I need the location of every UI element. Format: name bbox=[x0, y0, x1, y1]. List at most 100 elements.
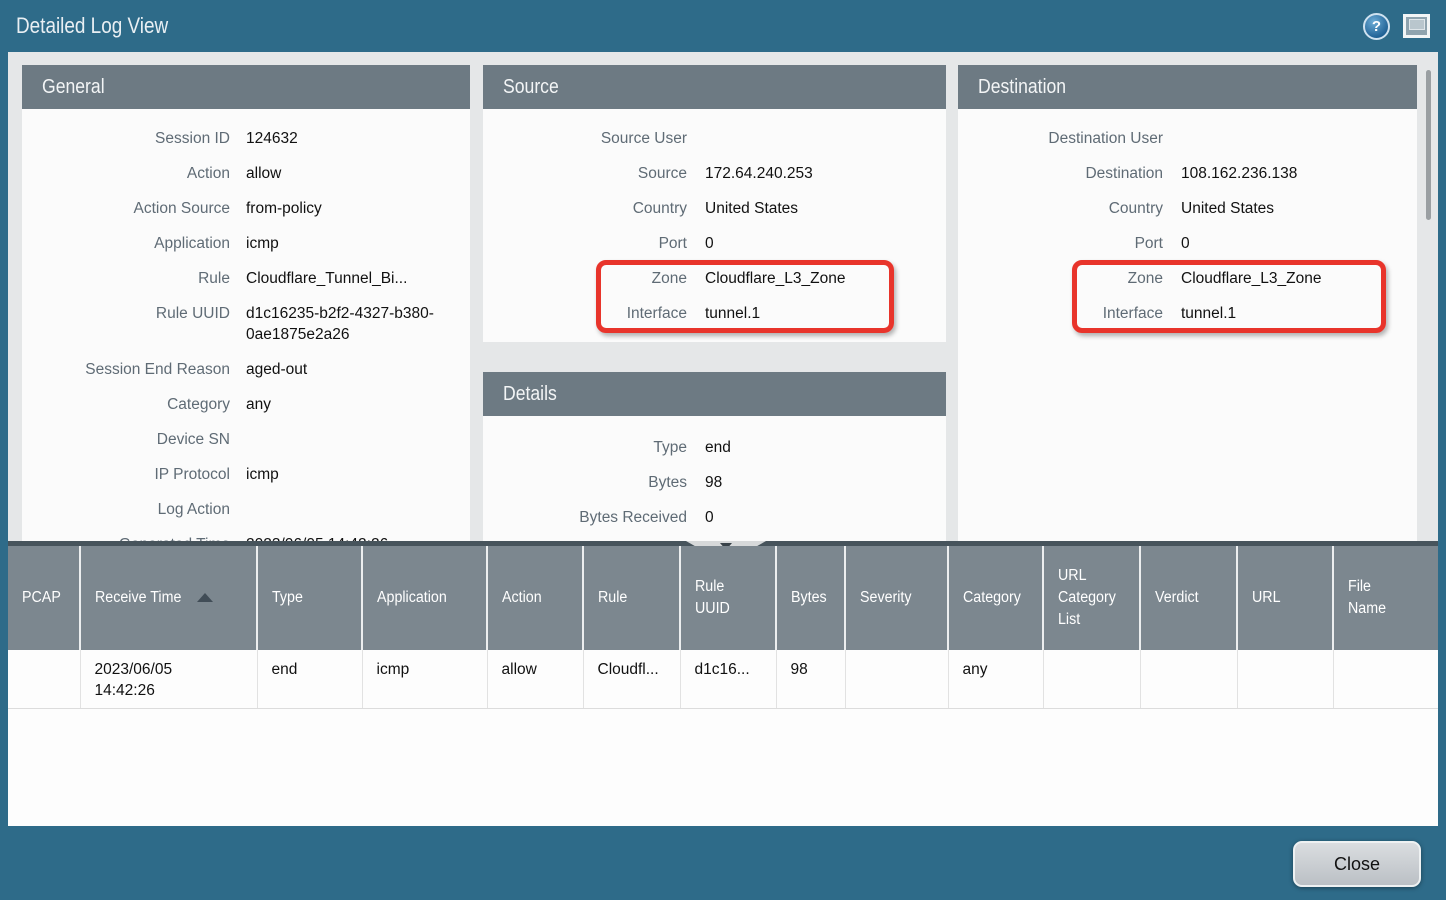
field-value bbox=[246, 429, 448, 450]
field-row: Source 172.64.240.253 bbox=[503, 156, 926, 191]
column-header-file-name[interactable]: File Name bbox=[1333, 546, 1438, 650]
field-value: 108.162.236.138 bbox=[1181, 163, 1395, 184]
column-header-verdict[interactable]: Verdict bbox=[1140, 546, 1237, 650]
field-label: Category bbox=[42, 394, 230, 415]
sort-ascending-icon bbox=[197, 593, 213, 602]
field-label: Log Action bbox=[42, 499, 230, 520]
field-label: Destination User bbox=[978, 128, 1163, 149]
field-row: Bytes98 bbox=[503, 465, 926, 500]
field-label: Action Source bbox=[42, 198, 230, 219]
cell-verdict bbox=[1140, 650, 1237, 708]
field-value: d1c16235-b2f2-4327-b380-0ae1875e2a26 bbox=[246, 303, 448, 345]
column-header-receive-time[interactable]: Receive Time bbox=[80, 546, 257, 650]
field-row: Device SN bbox=[42, 422, 450, 457]
field-label: Session ID bbox=[42, 128, 230, 149]
field-label: Device SN bbox=[42, 429, 230, 450]
field-label: Country bbox=[503, 198, 687, 219]
column-header-url[interactable]: URL bbox=[1237, 546, 1333, 650]
field-row: CountryUnited States bbox=[978, 191, 1397, 226]
field-value: aged-out bbox=[246, 359, 448, 380]
cell-rule: Cloudfl... bbox=[583, 650, 680, 708]
column-header-rule[interactable]: Rule bbox=[583, 546, 680, 650]
field-row: Destination 108.162.236.138 bbox=[978, 156, 1397, 191]
field-row: Port0 bbox=[503, 226, 926, 261]
field-label: Source bbox=[503, 163, 687, 184]
destination-panel-header: Destination bbox=[958, 65, 1417, 109]
dialog-title: Detailed Log View bbox=[16, 13, 168, 39]
column-header-severity[interactable]: Severity bbox=[845, 546, 948, 650]
cell-application: icmp bbox=[362, 650, 487, 708]
field-label: Type bbox=[503, 437, 687, 458]
field-label: Destination bbox=[978, 163, 1163, 184]
field-value: Cloudflare_Tunnel_Bi... bbox=[246, 268, 448, 289]
field-value: end bbox=[705, 437, 924, 458]
cell-url bbox=[1237, 650, 1333, 708]
field-label: Port bbox=[978, 233, 1163, 254]
column-header-bytes[interactable]: Bytes bbox=[776, 546, 845, 650]
field-value: from-policy bbox=[246, 198, 448, 219]
log-detail-panels: General Session ID124632 Actionallow Act… bbox=[8, 52, 1438, 541]
field-value: 0 bbox=[1181, 233, 1395, 254]
field-value: 172.64.240.253 bbox=[705, 163, 924, 184]
window-restore-icon[interactable] bbox=[1403, 14, 1430, 38]
column-header-rule-uuid[interactable]: Rule UUID bbox=[680, 546, 776, 650]
cell-pcap bbox=[8, 650, 80, 708]
field-row: Action allow bbox=[42, 156, 450, 191]
cell-category: any bbox=[948, 650, 1043, 708]
field-value: 0 bbox=[705, 507, 924, 528]
field-row: Applicationicmp bbox=[42, 226, 450, 261]
field-label: Rule UUID bbox=[42, 303, 230, 345]
cell-type: end bbox=[257, 650, 362, 708]
field-value: icmp bbox=[246, 464, 448, 485]
help-icon[interactable]: ? bbox=[1363, 13, 1390, 40]
source-panel-header: Source bbox=[483, 65, 946, 109]
general-panel-body: Session ID124632 Actionallow Action Sour… bbox=[22, 109, 470, 541]
close-button[interactable]: Close bbox=[1293, 841, 1421, 887]
field-label: Session End Reason bbox=[42, 359, 230, 380]
field-value bbox=[1181, 128, 1395, 149]
field-value: 98 bbox=[705, 472, 924, 493]
field-value: icmp bbox=[246, 233, 448, 254]
column-header-url-category-list[interactable]: URL Category List bbox=[1043, 546, 1140, 650]
field-label: IP Protocol bbox=[42, 464, 230, 485]
field-row: Session End Reason aged-out bbox=[42, 352, 450, 387]
details-panel-title: Details bbox=[503, 383, 557, 406]
field-label: Action bbox=[42, 163, 230, 184]
field-row: Bytes Received 0 bbox=[503, 500, 926, 535]
column-header-category[interactable]: Category bbox=[948, 546, 1043, 650]
title-bar: Detailed Log View ? bbox=[0, 0, 1446, 52]
field-row: IP Protocol icmp bbox=[42, 457, 450, 492]
field-value bbox=[705, 128, 924, 149]
field-row: Log Action bbox=[42, 492, 450, 527]
cell-bytes: 98 bbox=[776, 650, 845, 708]
cell-receive-time: 2023/06/05 14:42:26 bbox=[80, 650, 257, 708]
field-value: any bbox=[246, 394, 448, 415]
field-label: Generated Time bbox=[42, 534, 230, 541]
general-panel: General Session ID124632 Actionallow Act… bbox=[22, 65, 470, 541]
cell-severity bbox=[845, 650, 948, 708]
field-value: allow bbox=[246, 163, 448, 184]
field-row: Generated Time 2023/06/05 14:42:26 bbox=[42, 527, 450, 541]
field-value bbox=[246, 499, 448, 520]
column-header-application[interactable]: Application bbox=[362, 546, 487, 650]
table-header-row: PCAP Receive Time Type Application Actio… bbox=[8, 546, 1438, 650]
field-value: 2023/06/05 14:42:26 bbox=[246, 534, 448, 541]
detailed-log-view-dialog: { "header": { "title": "Detailed Log Vie… bbox=[0, 0, 1446, 900]
column-header-pcap[interactable]: PCAP bbox=[8, 546, 80, 650]
field-label: Port bbox=[503, 233, 687, 254]
log-table: PCAP Receive Time Type Application Actio… bbox=[8, 546, 1438, 709]
cell-action: allow bbox=[487, 650, 583, 708]
log-table-row[interactable]: 2023/06/05 14:42:26 end icmp allow Cloud… bbox=[8, 650, 1438, 708]
field-row: Action Source from-policy bbox=[42, 191, 450, 226]
field-row: RuleCloudflare_Tunnel_Bi... bbox=[42, 261, 450, 296]
column-header-action[interactable]: Action bbox=[487, 546, 583, 650]
destination-panel-title: Destination bbox=[978, 76, 1066, 99]
field-row: Port 0 bbox=[978, 226, 1397, 261]
titlebar-icons: ? bbox=[1363, 13, 1430, 40]
field-label: Bytes Received bbox=[503, 507, 687, 528]
log-table-section: PCAP Receive Time Type Application Actio… bbox=[8, 546, 1438, 826]
field-value: United States bbox=[705, 198, 924, 219]
vertical-scrollbar-thumb[interactable] bbox=[1426, 70, 1431, 220]
column-header-type[interactable]: Type bbox=[257, 546, 362, 650]
field-label: Country bbox=[978, 198, 1163, 219]
